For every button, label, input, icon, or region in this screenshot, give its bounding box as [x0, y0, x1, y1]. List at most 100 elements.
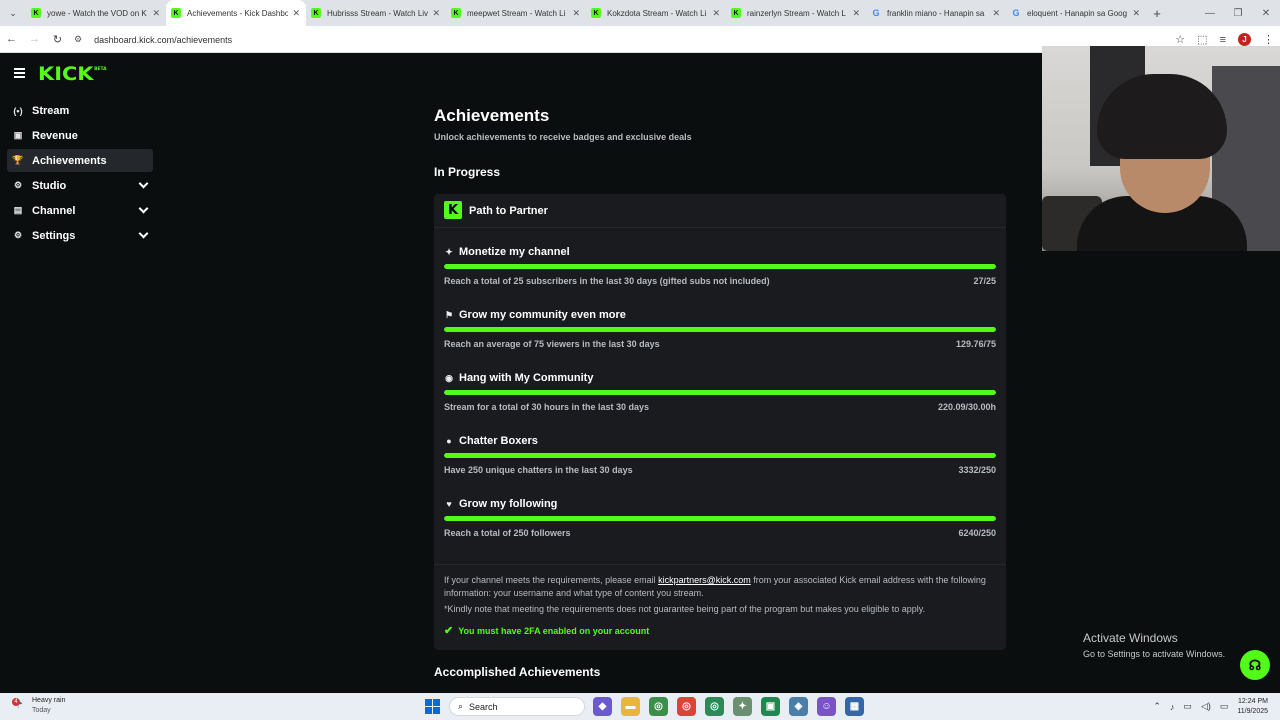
media-icon[interactable]: ≡	[1220, 34, 1226, 46]
achievement-progress-bar	[444, 327, 996, 332]
copilot-icon[interactable]: ◆	[593, 697, 612, 716]
sidebar-item-achievements[interactable]: 🏆 Achievements	[7, 149, 153, 172]
tab-close-icon[interactable]: ✕	[852, 8, 860, 19]
tab-close-icon[interactable]: ✕	[152, 8, 160, 19]
stream-icon: (•)	[13, 105, 23, 116]
browser-tab[interactable]: Krainzerlyn Stream - Watch L ✕	[726, 0, 866, 26]
hamburger-menu-icon[interactable]	[14, 68, 25, 78]
windows-taskbar: ☂ 4 Heavy rain Today ⌕ Search ◆ ▬ ◎ ◎ ◎ ✦…	[0, 693, 1280, 720]
browser-tab[interactable]: K Achievements - Kick Dashbo ✕	[166, 0, 306, 26]
reload-icon[interactable]: ↻	[46, 26, 69, 53]
studio-icon: ⚙	[13, 180, 23, 190]
chrome-alt-icon[interactable]: ◎	[705, 697, 724, 716]
chrome-icon[interactable]: ◎	[677, 697, 696, 716]
close-window-icon[interactable]: ✕	[1252, 0, 1280, 26]
support-chat-icon[interactable]: ☊	[1240, 650, 1270, 680]
note-prefix: If your channel meets the requirements, …	[444, 575, 659, 585]
tab-close-icon[interactable]: ✕	[572, 8, 580, 19]
site-info-icon[interactable]: ⚙	[74, 34, 82, 45]
app-icon-1[interactable]: ✦	[733, 697, 752, 716]
twofa-text: You must have 2FA enabled on your accoun…	[458, 625, 650, 636]
partner-email-link[interactable]: kickpartners@kick.com	[658, 575, 751, 585]
tab-title: Achievements - Kick Dashbo	[187, 8, 289, 18]
weather-widget[interactable]: ☂ 4 Heavy rain Today	[12, 696, 65, 716]
battery-icon[interactable]: ▭	[1220, 701, 1229, 712]
clock[interactable]: 12:24 PM 11/9/2025	[1237, 697, 1268, 717]
webcam-overlay	[1042, 46, 1280, 251]
achievement-progress-bar	[444, 264, 996, 269]
search-icon: ⌕	[458, 701, 464, 711]
rain-cloud-icon: ☂ 4	[12, 698, 23, 711]
forward-icon[interactable]: →	[23, 26, 46, 53]
sidebar-item-settings[interactable]: ⚙ Settings	[7, 224, 153, 247]
logo-text: KICK	[38, 63, 94, 85]
extensions-icon[interactable]: ⬚	[1197, 33, 1207, 46]
tab-title: Hubrisss Stream - Watch Liv	[327, 8, 429, 18]
browser-tab[interactable]: Gfranklin miano - Hanapin sa ✕	[866, 0, 1006, 26]
calculator-icon[interactable]: ▦	[845, 697, 864, 716]
achievement-value: 27/25	[973, 276, 996, 286]
page-subtitle: Unlock achievements to receive badges an…	[434, 132, 692, 142]
discord-icon[interactable]: ☺	[817, 697, 836, 716]
microphone-icon[interactable]: ♪	[1170, 702, 1175, 712]
new-tab-button[interactable]: +	[1146, 0, 1168, 26]
progress-fill	[444, 390, 996, 395]
sidebar-item-channel[interactable]: ▤ Channel	[7, 199, 153, 222]
sidebar-item-label: Revenue	[32, 129, 78, 142]
card-divider	[434, 564, 1006, 565]
achievement-value: 220.09/30.00h	[937, 402, 996, 412]
sidebar-item-studio[interactable]: ⚙ Studio	[7, 174, 153, 197]
minimize-icon[interactable]: —	[1196, 0, 1224, 26]
browser-tab[interactable]: Kyowe - Watch the VOD on K ✕	[26, 0, 166, 26]
achievement-title: Grow my following	[459, 498, 558, 510]
achievement-icon: ●	[446, 436, 452, 446]
browser-tab[interactable]: Kmeepwet Stream - Watch Li ✕	[446, 0, 586, 26]
kick-k-icon: K	[444, 201, 462, 219]
browser-tab[interactable]: K Kokzdota Stream - Watch Li ✕	[586, 0, 726, 26]
achievement-item: ✦ Monetize my channel Reach a total of 25 …	[444, 246, 996, 301]
tab-close-icon[interactable]: ✕	[1132, 8, 1140, 19]
in-progress-heading: In Progress	[434, 165, 501, 179]
profile-avatar[interactable]: J	[1238, 33, 1251, 46]
volume-icon[interactable]: ◁)	[1201, 701, 1211, 712]
app-icon-3[interactable]: ◈	[789, 697, 808, 716]
window-controls: — ❐ ✕	[1196, 0, 1280, 26]
achievement-item: ◉ Hang with My Community Stream for a tota…	[444, 372, 996, 427]
sidebar-item-label: Settings	[32, 229, 76, 242]
bookmark-star-icon[interactable]: ☆	[1175, 33, 1185, 46]
browser-tab[interactable]: Geloquent - Hanapin sa Goog ✕	[1006, 0, 1146, 26]
tab-close-icon[interactable]: ✕	[432, 8, 440, 19]
tab-close-icon[interactable]: ✕	[712, 8, 720, 19]
tab-close-icon[interactable]: ✕	[292, 8, 300, 19]
tab-search-icon[interactable]: ⌄	[0, 0, 26, 26]
back-icon[interactable]: ←	[0, 26, 23, 53]
browser-tab[interactable]: K Hubrisss Stream - Watch Liv ✕	[306, 0, 446, 26]
weather-sub: Today	[32, 707, 51, 714]
sidebar-item-revenue[interactable]: ▣ Revenue	[7, 124, 153, 147]
tray-chevron-icon[interactable]: ⌃	[1153, 701, 1161, 712]
file-explorer-icon[interactable]: ▬	[621, 697, 640, 716]
display-icon[interactable]: ▭	[1183, 701, 1192, 712]
taskbar-search[interactable]: ⌕ Search	[449, 697, 585, 716]
chrome-profile-icon[interactable]: ◎	[649, 697, 668, 716]
chevron-down-icon[interactable]	[138, 228, 149, 239]
kick-logo[interactable]: KICK BETA	[38, 63, 107, 85]
chevron-down-icon[interactable]	[138, 203, 149, 214]
windows-start-icon[interactable]	[425, 699, 440, 714]
browser-menu-icon[interactable]: ⋮	[1263, 33, 1274, 46]
sidebar-item-stream[interactable]: (•) Stream	[7, 99, 153, 122]
clock-time: 12:24 PM	[1238, 697, 1268, 705]
url-field[interactable]: ⚙ dashboard.kick.com/achievements	[74, 30, 1174, 49]
webcam-person-hair	[1097, 74, 1227, 159]
chevron-down-icon[interactable]	[138, 178, 149, 189]
maximize-icon[interactable]: ❐	[1224, 0, 1252, 26]
tab-strip: Kyowe - Watch the VOD on K ✕ K Achievements…	[26, 0, 1146, 26]
tab-favicon-icon: K	[171, 8, 181, 18]
tab-title: rainzerlyn Stream - Watch L	[747, 8, 846, 18]
tab-title: eloquent - Hanapin sa Goog	[1027, 8, 1128, 18]
app-icon-2[interactable]: ▣	[761, 697, 780, 716]
card-title: Path to Partner	[469, 205, 548, 217]
activate-title: Activate Windows	[1083, 631, 1178, 645]
tab-close-icon[interactable]: ✕	[992, 8, 1000, 19]
taskbar-apps: ◆ ▬ ◎ ◎ ◎ ✦ ▣ ◈ ☺ ▦	[593, 697, 864, 716]
